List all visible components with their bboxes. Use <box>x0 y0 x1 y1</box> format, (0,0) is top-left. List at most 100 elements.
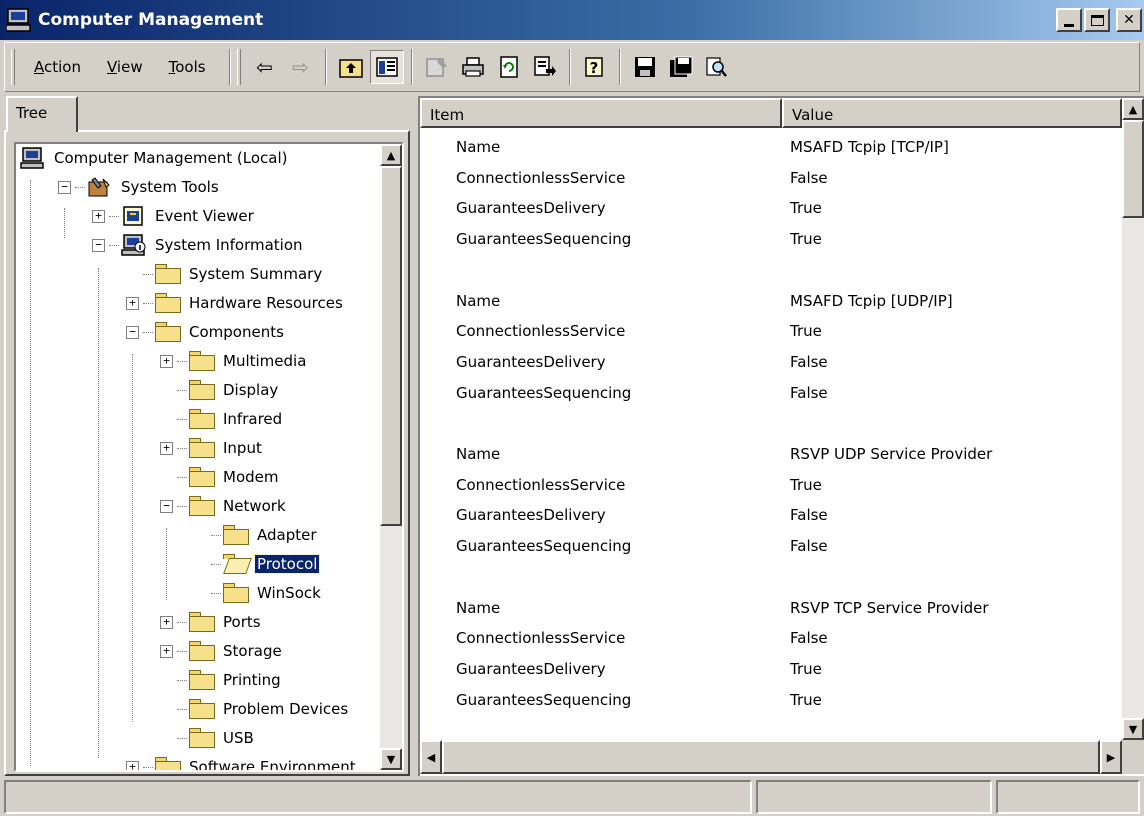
list-item[interactable]: GuaranteesDelivery False <box>420 347 1122 377</box>
expand-icon[interactable]: + <box>126 760 139 770</box>
list-item[interactable]: GuaranteesSequencing True <box>420 685 1122 715</box>
list-item[interactable]: ConnectionlessService False <box>420 623 1122 653</box>
tree-item-label: WinSock <box>257 584 321 602</box>
list-item-name: ConnectionlessService <box>456 322 626 341</box>
scroll-left-icon: ◀ <box>426 750 436 764</box>
show-hide-tree-button[interactable] <box>369 50 404 84</box>
tree-item[interactable]: Modem <box>160 463 280 491</box>
tab-tree[interactable]: Tree <box>6 96 78 132</box>
tree-item[interactable]: − Network <box>160 492 288 520</box>
list-item[interactable]: ConnectionlessService False <box>420 163 1122 193</box>
tree-item[interactable]: Computer Management (Local) <box>20 144 290 172</box>
tree-item[interactable]: + Software Environment <box>126 753 358 770</box>
list-item[interactable]: GuaranteesDelivery True <box>420 654 1122 684</box>
toolbar-grip[interactable] <box>236 49 241 85</box>
list-item[interactable]: ConnectionlessService True <box>420 316 1122 346</box>
system-info-icon <box>121 234 147 256</box>
expand-icon[interactable]: + <box>126 296 139 310</box>
tree-item[interactable]: − System Information <box>92 231 305 259</box>
tree-connector <box>211 592 221 594</box>
tree-item[interactable]: + Storage <box>160 637 284 665</box>
expand-icon[interactable]: + <box>160 354 173 368</box>
column-header-item[interactable]: Item <box>420 98 782 128</box>
list-scroll-down-button[interactable]: ▼ <box>1122 718 1144 740</box>
folder-icon <box>223 583 249 603</box>
list-hscroll-thumb[interactable] <box>442 740 1100 774</box>
tree-connector <box>143 302 153 304</box>
list-item[interactable]: GuaranteesSequencing False <box>420 531 1122 561</box>
column-header-value[interactable]: Value <box>782 98 1122 128</box>
tree-item[interactable]: Problem Devices <box>160 695 350 723</box>
menu-view[interactable]: View <box>94 58 156 76</box>
forward-button[interactable]: ⇨ <box>284 50 318 84</box>
list-item[interactable]: GuaranteesSequencing True <box>420 224 1122 254</box>
tree-scroll-thumb[interactable] <box>380 166 402 526</box>
minimize-button[interactable] <box>1056 8 1082 32</box>
tree-item[interactable]: Protocol <box>194 550 321 578</box>
list-horizontal-scrollbar[interactable]: ◀ ▶ <box>420 740 1122 774</box>
tree-item[interactable]: − Components <box>126 318 286 346</box>
collapse-icon[interactable]: − <box>126 325 139 339</box>
list-scroll-thumb[interactable] <box>1122 120 1144 218</box>
tree-scroll-down-button[interactable]: ▼ <box>380 748 402 770</box>
collapse-icon[interactable]: − <box>160 499 173 513</box>
print-button[interactable] <box>456 50 490 84</box>
properties-button[interactable] <box>420 50 454 84</box>
list-item[interactable]: Name RSVP UDP Service Provider <box>420 439 1122 469</box>
expand-icon[interactable]: + <box>92 209 105 223</box>
tree-item[interactable]: + Ports <box>160 608 263 636</box>
up-one-level-button[interactable] <box>334 50 368 84</box>
tree-item[interactable]: System Summary <box>126 260 324 288</box>
tree-item[interactable]: Printing <box>160 666 283 694</box>
list-scroll-up-button[interactable]: ▲ <box>1122 98 1144 120</box>
tree-item[interactable]: WinSock <box>194 579 323 607</box>
tree-item[interactable]: + Multimedia <box>160 347 308 375</box>
maximize-button[interactable] <box>1084 8 1110 32</box>
close-button[interactable]: ✕ <box>1116 8 1142 32</box>
tree-vertical-scrollbar[interactable]: ▲ ▼ <box>380 144 402 770</box>
up-folder-icon <box>338 59 363 78</box>
find-button[interactable] <box>700 50 734 84</box>
title-bar[interactable]: Computer Management ✕ <box>0 0 1144 40</box>
export-list-button[interactable] <box>528 50 562 84</box>
tree-item[interactable]: + Event Viewer <box>92 202 256 230</box>
list-item[interactable]: GuaranteesSequencing False <box>420 378 1122 408</box>
tree-scroll-up-button[interactable]: ▲ <box>380 144 402 166</box>
expand-icon[interactable]: + <box>160 615 173 629</box>
tree-item[interactable]: Infrared <box>160 405 284 433</box>
tree-item[interactable]: USB <box>160 724 256 752</box>
tree-item[interactable]: Adapter <box>194 521 319 549</box>
menu-tools[interactable]: Tools <box>156 58 219 76</box>
list-item[interactable]: ConnectionlessService True <box>420 470 1122 500</box>
tree-item[interactable]: Display <box>160 376 280 404</box>
list-header: Item Value <box>420 98 1122 128</box>
tree-item[interactable]: + Hardware Resources <box>126 289 345 317</box>
collapse-icon[interactable]: − <box>92 238 105 252</box>
list-item[interactable]: Name RSVP TCP Service Provider <box>420 593 1122 623</box>
tree-item[interactable]: − System Tools <box>58 173 221 201</box>
save-button[interactable] <box>628 50 662 84</box>
list-item[interactable]: Name MSAFD Tcpip [TCP/IP] <box>420 132 1122 162</box>
list-item[interactable]: GuaranteesDelivery False <box>420 500 1122 530</box>
tree-connector <box>64 208 65 238</box>
tree-item[interactable]: + Input <box>160 434 264 462</box>
list-scroll-right-button[interactable]: ▶ <box>1100 740 1122 774</box>
list-item[interactable]: Name MSAFD Tcpip [UDP/IP] <box>420 286 1122 316</box>
list-scroll-left-button[interactable]: ◀ <box>420 740 442 774</box>
list-item-value: False <box>790 168 828 187</box>
back-button[interactable]: ⇦ <box>248 50 282 84</box>
menu-action[interactable]: Action <box>21 58 94 76</box>
toolbar-separator <box>410 49 413 85</box>
tree-connector <box>177 679 187 681</box>
save-as-button[interactable] <box>664 50 698 84</box>
refresh-button[interactable] <box>492 50 526 84</box>
list-item[interactable]: GuaranteesDelivery True <box>420 193 1122 223</box>
expand-icon[interactable]: + <box>160 644 173 658</box>
help-button[interactable]: ? <box>578 50 612 84</box>
expand-icon[interactable]: + <box>160 441 173 455</box>
toolbar-grip[interactable] <box>11 49 15 85</box>
find-icon <box>705 57 727 77</box>
tree-item-label: Infrared <box>223 410 283 428</box>
collapse-icon[interactable]: − <box>58 180 71 194</box>
list-vertical-scrollbar[interactable]: ▲ ▼ <box>1122 98 1144 740</box>
